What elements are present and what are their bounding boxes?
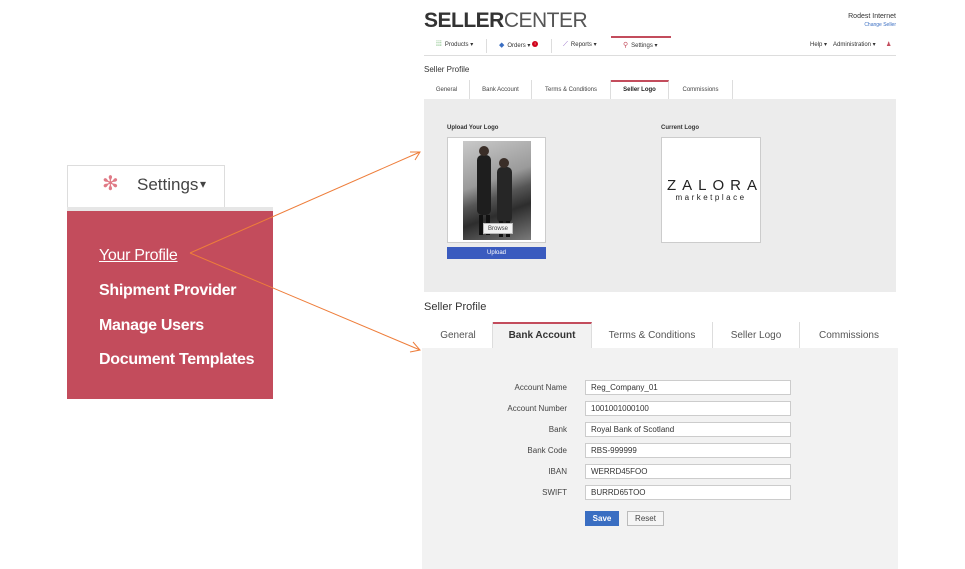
arrow-to-logo-page [189,151,421,254]
arrow-to-bank-page [189,252,421,351]
arrow-head-bottom [409,341,421,353]
callout-arrows [189,151,421,353]
